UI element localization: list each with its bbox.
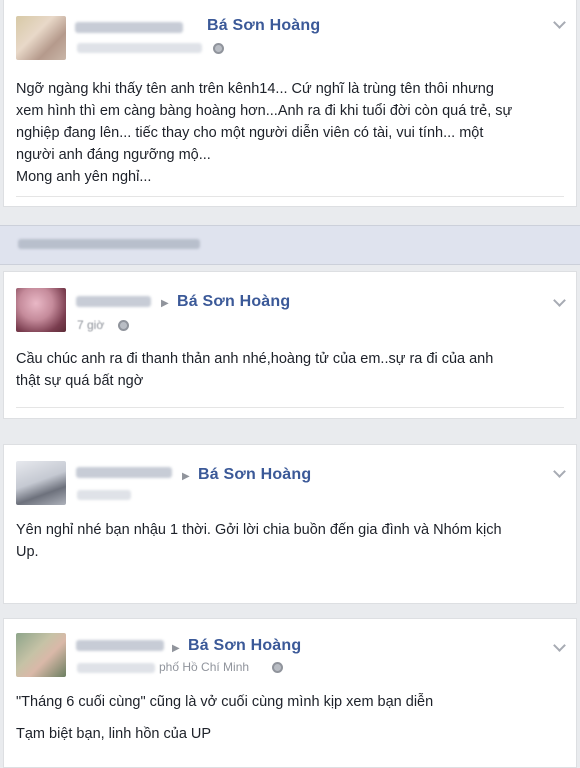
- post-text: Ngỡ ngàng khi thấy tên anh trên kênh14..…: [16, 81, 513, 185]
- avatar[interactable]: [16, 461, 66, 505]
- globe-icon: [213, 43, 224, 54]
- post-text: Cầu chúc anh ra đi thanh thản anh nhé,ho…: [16, 351, 494, 389]
- author-name[interactable]: [76, 640, 164, 651]
- author-name[interactable]: [76, 296, 151, 307]
- author-name[interactable]: [75, 22, 183, 33]
- blurred-separator: [0, 225, 580, 265]
- post-text: "Tháng 6 cuối cùng" cũng là vở cuối cùng…: [16, 694, 434, 742]
- chevron-down-icon[interactable]: [552, 641, 566, 653]
- feed-post: Bá Sơn Hoàng Ngỡ ngàng khi thấy tên anh …: [3, 0, 577, 207]
- avatar[interactable]: [16, 16, 66, 60]
- feed-post: ▶ Bá Sơn Hoàng Yên nghỉ nhé bạn nhậu 1 t…: [3, 444, 577, 604]
- globe-icon: [118, 320, 129, 331]
- post-target-name[interactable]: Bá Sơn Hoàng: [188, 637, 301, 655]
- post-divider: [16, 407, 564, 408]
- post-timestamp[interactable]: [77, 663, 155, 673]
- chevron-down-icon[interactable]: [552, 18, 566, 30]
- post-target-name[interactable]: Bá Sơn Hoàng: [207, 17, 320, 35]
- author-name[interactable]: [76, 467, 172, 478]
- feed-post: ▶ Bá Sơn Hoàng phố Hồ Chí Minh "Tháng 6 …: [3, 618, 577, 768]
- post-timestamp[interactable]: 7 giờ: [77, 318, 104, 332]
- post-text: Yên nghỉ nhé bạn nhậu 1 thời. Gởi lời ch…: [16, 522, 502, 560]
- arrow-right-icon: ▶: [161, 298, 169, 309]
- chevron-down-icon[interactable]: [552, 296, 566, 308]
- arrow-right-icon: ▶: [182, 471, 190, 482]
- post-target-name[interactable]: Bá Sơn Hoàng: [198, 466, 311, 484]
- feed-post: ▶ Bá Sơn Hoàng 7 giờ Cầu chúc anh ra đi …: [3, 271, 577, 419]
- arrow-right-icon: ▶: [172, 643, 180, 654]
- post-location[interactable]: phố Hồ Chí Minh: [159, 660, 249, 674]
- post-target-name[interactable]: Bá Sơn Hoàng: [177, 293, 290, 311]
- post-divider: [16, 196, 564, 197]
- avatar[interactable]: [16, 288, 66, 332]
- avatar[interactable]: [16, 633, 66, 677]
- post-timestamp[interactable]: [77, 43, 202, 53]
- post-timestamp[interactable]: [77, 490, 131, 500]
- chevron-down-icon[interactable]: [552, 467, 566, 479]
- globe-icon: [272, 662, 283, 673]
